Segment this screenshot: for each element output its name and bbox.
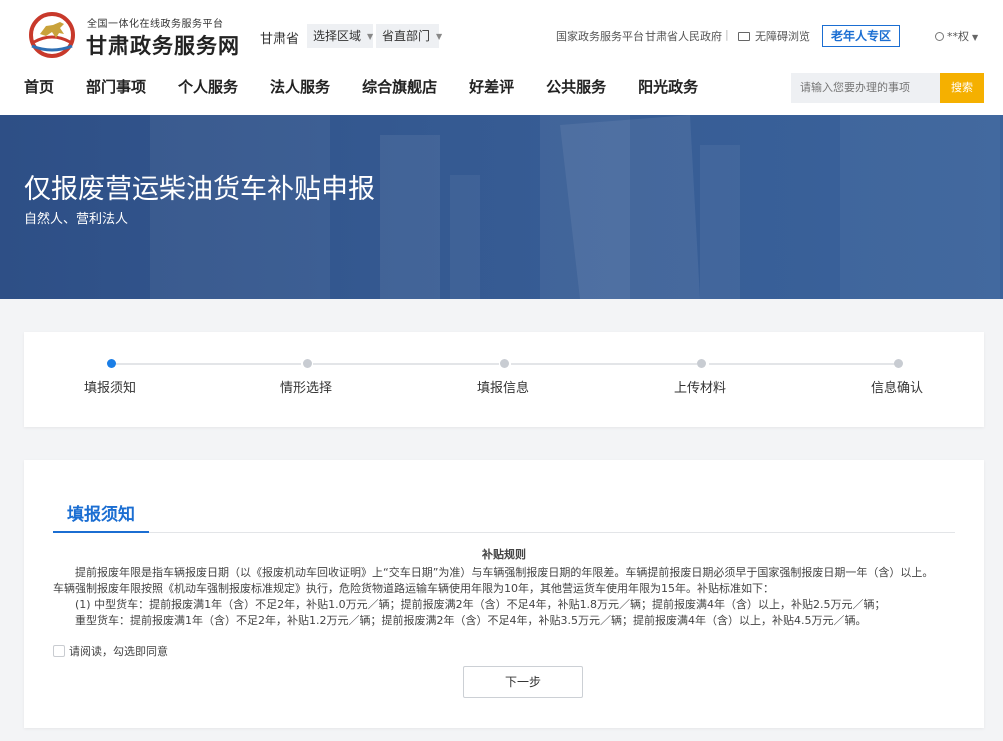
nav-item-rating[interactable]: 好差评 — [469, 76, 514, 100]
rule-paragraph: 提前报废年限是指车辆报废日期（以《报废机动车回收证明》上“交车日期”为准）与车辆… — [75, 566, 934, 579]
step-dot-2 — [303, 359, 312, 368]
horse-logo-icon[interactable] — [26, 12, 78, 58]
tab-notice[interactable]: 填报须知 — [53, 500, 149, 533]
main-nav: 首页 部门事项 个人服务 法人服务 综合旗舰店 好差评 公共服务 阳光政务 — [24, 76, 730, 100]
national-platform-link[interactable]: 国家政务服务平台 — [556, 28, 644, 44]
logo-subtitle: 全国一体化在线政务服务平台 — [87, 19, 224, 30]
step-dot-3 — [500, 359, 509, 368]
agree-checkbox[interactable] — [53, 645, 65, 657]
dept-select[interactable]: 省直部门 ▼ — [376, 24, 443, 48]
step-label-confirm: 信息确认 — [871, 381, 924, 396]
search-button[interactable]: 搜索 — [940, 73, 984, 103]
tab-active-indicator — [53, 531, 149, 533]
step-connector — [116, 363, 301, 365]
accessibility-link-label: 无障碍浏览 — [755, 30, 810, 43]
dept-select-label: 省直部门 — [382, 29, 431, 43]
nav-item-departments[interactable]: 部门事项 — [86, 76, 146, 100]
nav-item-flagship[interactable]: 综合旗舰店 — [362, 76, 437, 100]
progress-steps: 填报须知 情形选择 填报信息 上传材料 信息确认 — [24, 332, 984, 427]
tab-divider — [53, 532, 955, 533]
province-label: 甘肃省 — [260, 32, 300, 47]
notice-panel: 填报须知 补贴规则 提前报废年限是指车辆报废日期（以《报废机动车回收证明》上“交… — [24, 460, 984, 728]
nav-item-sunshine[interactable]: 阳光政务 — [638, 76, 698, 100]
step-connector — [511, 363, 697, 365]
page-subtitle: 自然人、营利法人 — [24, 212, 129, 227]
step-dot-1 — [107, 359, 116, 368]
page-banner: 仅报废营运柴油货车补贴申报 自然人、营利法人 — [0, 115, 1003, 299]
nav-item-public[interactable]: 公共服务 — [546, 76, 606, 100]
caret-down-icon: ▼ — [972, 33, 979, 42]
accessibility-link[interactable]: 无障碍浏览 — [738, 28, 810, 44]
rule-paragraph: 车辆强制报废年限按照《机动车强制报废标准规定》执行，危险货物道路运输车辆使用年限… — [53, 582, 774, 595]
step-connector — [313, 363, 499, 365]
keyboard-icon — [738, 32, 750, 41]
nav-item-legal-person[interactable]: 法人服务 — [270, 76, 330, 100]
next-step-button[interactable]: 下一步 — [463, 666, 583, 698]
logo-title[interactable]: 甘肃政务服务网 — [86, 30, 240, 60]
step-label-notice: 填报须知 — [84, 381, 137, 396]
rule-paragraph: (1) 中型货车：提前报废满1年（含）不足2年，补贴1.0万元／辆；提前报废满2… — [75, 598, 886, 611]
step-label-scenario: 情形选择 — [280, 381, 333, 396]
nav-item-personal[interactable]: 个人服务 — [178, 76, 238, 100]
agree-checkbox-row[interactable]: 请阅读，勾选即同意 — [53, 643, 168, 659]
user-icon — [935, 32, 944, 41]
nav-item-home[interactable]: 首页 — [24, 76, 54, 100]
step-label-upload: 上传材料 — [674, 381, 727, 396]
rule-paragraph: 重型货车：提前报废满1年（含）不足2年，补贴1.2万元／辆；提前报废满2年（含）… — [75, 614, 867, 627]
buildings-background-icon — [150, 115, 1000, 299]
link-separator: | — [725, 28, 729, 41]
user-menu[interactable]: **权 ▼ — [935, 28, 978, 44]
step-connector — [709, 363, 895, 365]
search-input[interactable] — [791, 73, 940, 103]
step-label-info: 填报信息 — [477, 381, 530, 396]
step-dot-4 — [697, 359, 706, 368]
elder-zone-button[interactable]: 老年人专区 — [822, 25, 900, 47]
step-dot-5 — [894, 359, 903, 368]
site-header: 全国一体化在线政务服务平台 甘肃政务服务网 甘肃省 选择区域 ▼ 省直部门 ▼ 国家… — [0, 0, 1003, 115]
caret-down-icon: ▼ — [436, 31, 443, 41]
region-select[interactable]: 选择区域 ▼ — [307, 24, 373, 48]
agree-label: 请阅读，勾选即同意 — [69, 645, 168, 658]
provincial-gov-link[interactable]: 甘肃省人民政府 — [645, 28, 722, 44]
user-name: **权 — [947, 30, 969, 43]
rules-title: 补贴规则 — [482, 548, 526, 561]
caret-down-icon: ▼ — [367, 31, 374, 41]
page-title: 仅报废营运柴油货车补贴申报 — [24, 174, 375, 205]
region-select-label: 选择区域 — [313, 29, 362, 43]
